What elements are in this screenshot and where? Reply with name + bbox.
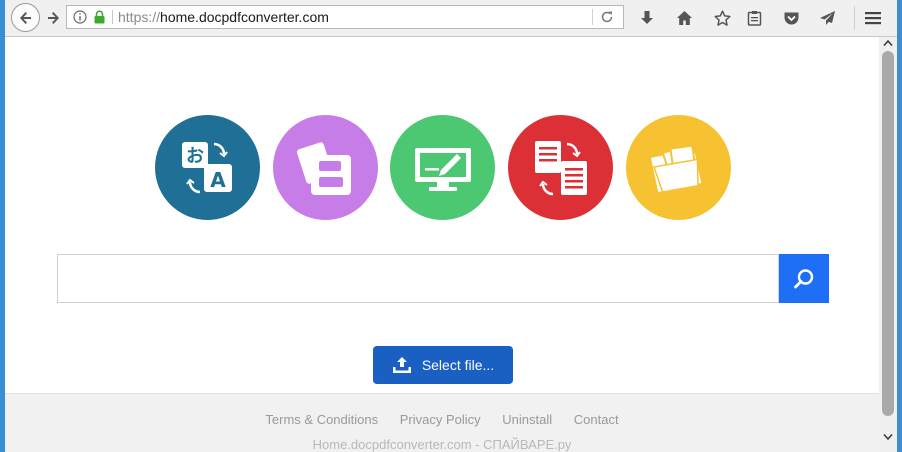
footer: Terms & Conditions Privacy Policy Uninst… — [5, 393, 879, 452]
footer-link-contact[interactable]: Contact — [574, 412, 619, 427]
watermark-text: Home.docpdfconverter.com - СПАЙВАРЕ.ру — [312, 437, 572, 452]
monitor-edit-icon — [414, 147, 471, 191]
search-icon — [794, 268, 814, 288]
svg-text:お: お — [186, 146, 204, 167]
arrow-left-icon — [19, 11, 31, 24]
svg-text:A: A — [210, 168, 226, 192]
downloads-button[interactable] — [637, 8, 657, 28]
lock-icon[interactable] — [93, 10, 106, 24]
star-icon — [713, 9, 731, 26]
footer-links: Terms & Conditions Privacy Policy Uninst… — [5, 412, 879, 427]
feature-folder[interactable] — [626, 115, 731, 220]
search-button[interactable] — [779, 254, 829, 303]
url-host: home.docpdfconverter.com — [160, 9, 329, 25]
clipboard-icon — [747, 11, 761, 26]
footer-link-terms[interactable]: Terms & Conditions — [265, 412, 378, 427]
home-button[interactable] — [674, 8, 694, 28]
feature-monitor-edit[interactable] — [390, 115, 495, 220]
info-icon[interactable] — [73, 10, 87, 24]
download-icon — [641, 11, 653, 24]
browser-window: https://home.docpdfconverter.com お A Sel… — [5, 0, 897, 452]
select-file-button[interactable]: Select file... — [373, 346, 513, 384]
urlbar-separator — [112, 10, 113, 24]
scroll-up-icon[interactable] — [883, 39, 893, 47]
feature-files[interactable] — [273, 115, 378, 220]
translate-icon: お A — [181, 141, 232, 193]
hamburger-menu-icon — [865, 12, 881, 25]
arrow-right-icon — [48, 12, 59, 24]
urlbar-separator — [592, 9, 593, 25]
scroll-down-icon[interactable] — [883, 433, 893, 441]
address-bar[interactable]: https://home.docpdfconverter.com — [66, 5, 624, 29]
upload-icon — [392, 357, 411, 373]
url-protocol: https:// — [118, 9, 161, 25]
footer-link-uninstall[interactable]: Uninstall — [502, 412, 552, 427]
document-convert-icon — [534, 140, 587, 195]
pocket-icon — [784, 12, 798, 24]
toolbar-separator — [854, 6, 855, 30]
back-button[interactable] — [11, 3, 40, 32]
menu-button[interactable] — [863, 8, 883, 28]
forward-button[interactable] — [43, 8, 63, 28]
select-file-label: Select file... — [421, 357, 495, 373]
url-text[interactable]: https://home.docpdfconverter.com — [118, 9, 329, 25]
pocket-button[interactable] — [781, 8, 801, 28]
feature-document-convert[interactable] — [508, 115, 613, 220]
reload-icon[interactable] — [600, 10, 614, 24]
vertical-scrollbar[interactable] — [879, 37, 897, 452]
folder-icon — [650, 143, 701, 193]
paper-plane-icon — [819, 11, 835, 25]
home-icon — [676, 11, 692, 25]
files-icon — [296, 141, 351, 195]
feature-translate[interactable]: お A — [155, 115, 260, 220]
send-tab-button[interactable] — [817, 8, 837, 28]
scrollbar-thumb[interactable] — [882, 51, 894, 416]
bookmark-star-button[interactable] — [712, 8, 732, 28]
footer-link-privacy[interactable]: Privacy Policy — [400, 412, 481, 427]
search-input[interactable] — [57, 254, 779, 303]
reading-list-button[interactable] — [744, 8, 764, 28]
page-content: お A Select file... Terms & Conditions Pr… — [5, 37, 879, 452]
browser-toolbar: https://home.docpdfconverter.com — [5, 0, 897, 37]
